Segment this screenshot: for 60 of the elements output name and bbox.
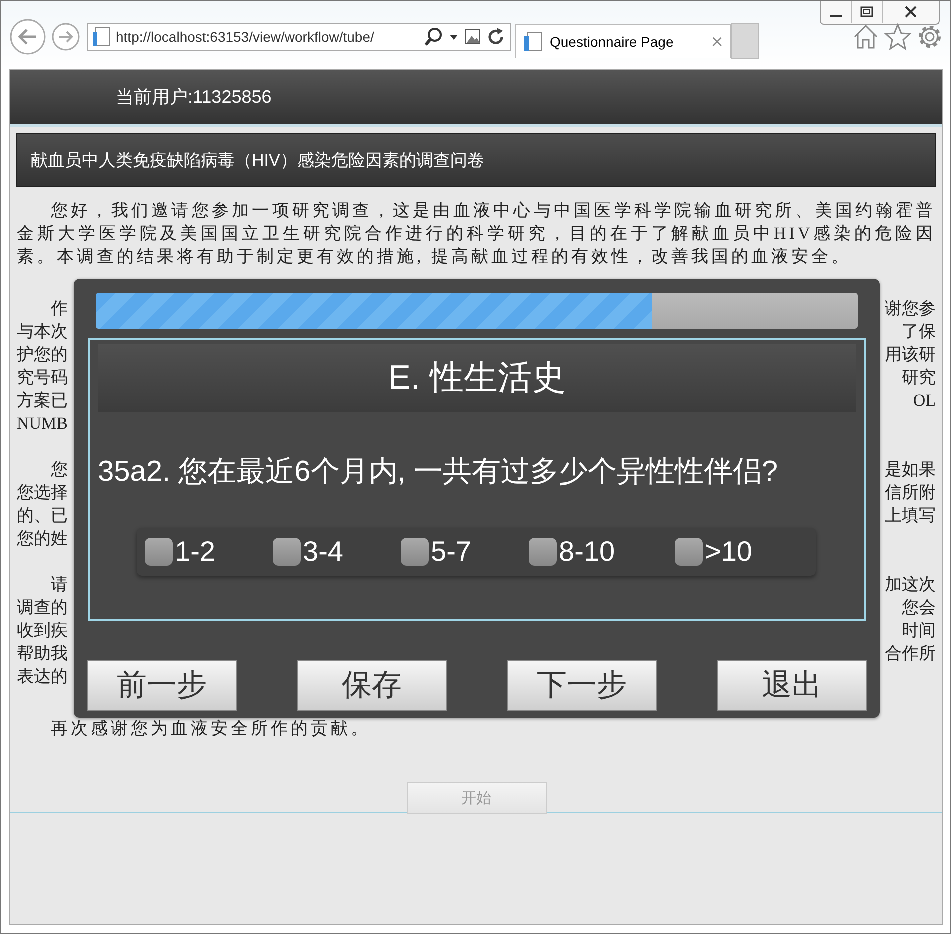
paragraph-text: 调查的 bbox=[17, 597, 68, 619]
minimize-icon bbox=[830, 15, 842, 17]
paragraph-text: 研究 bbox=[902, 367, 936, 389]
dialog-button[interactable]: 前一步 bbox=[87, 660, 237, 711]
refresh-icon[interactable] bbox=[486, 27, 506, 47]
paragraph-text: 帮助我 bbox=[17, 643, 68, 665]
paragraph-text: 究号码 bbox=[17, 367, 68, 389]
page-icon bbox=[522, 30, 544, 52]
paragraph-text: 方案已 bbox=[17, 390, 68, 412]
dialog-button[interactable]: 退出 bbox=[717, 660, 867, 711]
closing-paragraph: 再次感谢您为血液安全所作的贡献。 bbox=[50, 718, 372, 740]
paragraph-text: 护您的 bbox=[17, 344, 68, 366]
checkbox[interactable] bbox=[529, 538, 557, 566]
intro-paragraph: 您好，我们邀请您参加一项研究调查，这是由血液中心与中国医学科学院输血研究所、美国约翰霍普金斯大学医学院及美国国立卫生研究院合作进行的科学研究，目的在于了解献血员中HIV感染的危险因素。本调查的结果将有助于制定更有效的措施, 提高献血过程的有效性，改善我国的血液安全。 bbox=[17, 200, 936, 268]
page-icon bbox=[92, 26, 112, 48]
paragraph-text: 了保 bbox=[902, 321, 936, 343]
close-icon bbox=[904, 6, 918, 18]
option[interactable]: >10 bbox=[675, 536, 803, 568]
checkbox[interactable] bbox=[273, 538, 301, 566]
browser-tab[interactable]: Questionnaire Page × bbox=[515, 24, 731, 58]
paragraph-text: NUMB bbox=[17, 413, 68, 435]
option[interactable]: 8-10 bbox=[529, 536, 675, 568]
paragraph-text: 您会 bbox=[902, 597, 936, 619]
question-text: 35a2. 您在最近6个月内, 一共有过多少个异性性伴侣? bbox=[98, 455, 779, 490]
paragraph-text: 信所附 bbox=[885, 482, 936, 504]
picture-icon[interactable] bbox=[464, 27, 482, 47]
option[interactable]: 1-2 bbox=[145, 536, 273, 568]
search-icon[interactable] bbox=[424, 27, 444, 47]
paragraph-text: 上填写 bbox=[885, 505, 936, 527]
paragraph-text: 作 bbox=[50, 298, 68, 320]
paragraph-text: 表达的 bbox=[17, 666, 68, 688]
paragraph-text: 谢您参 bbox=[885, 298, 936, 320]
paragraph-text: 请 bbox=[50, 574, 68, 596]
paragraph-text: 您的姓 bbox=[17, 528, 68, 550]
dialog-button[interactable]: 下一步 bbox=[507, 660, 657, 711]
paragraph-text: 合作所 bbox=[885, 643, 936, 665]
back-icon[interactable] bbox=[9, 18, 47, 56]
star-icon[interactable] bbox=[884, 23, 912, 51]
option[interactable]: 5-7 bbox=[401, 536, 529, 568]
paragraph-text: 收到疾 bbox=[17, 620, 68, 642]
paragraph-text: OL bbox=[913, 390, 936, 412]
paragraph-text: 是如果 bbox=[885, 459, 936, 481]
option[interactable]: 3-4 bbox=[273, 536, 401, 568]
address-bar[interactable]: http://localhost:63153/view/workflow/tube/ bbox=[87, 23, 511, 51]
current-user: 当前用户:11325856 bbox=[116, 86, 272, 109]
paragraph-text: 的、已 bbox=[17, 505, 68, 527]
close-tab-button[interactable]: × bbox=[710, 32, 724, 51]
paragraph-text: 您 bbox=[50, 459, 68, 481]
paragraph-text: 时间 bbox=[902, 620, 936, 642]
restore-icon bbox=[860, 6, 874, 18]
paragraph-text: 加这次 bbox=[885, 574, 936, 596]
page-title: 献血员中人类免疫缺陷病毒（HIV）感染危险因素的调查问卷 bbox=[16, 133, 936, 187]
paragraph-text: 用该研 bbox=[885, 344, 936, 366]
section-title: E. 性生活史 bbox=[98, 344, 856, 412]
checkbox[interactable] bbox=[145, 538, 173, 566]
checkbox[interactable] bbox=[401, 538, 429, 566]
checkbox[interactable] bbox=[675, 538, 703, 566]
paragraph-text: 您选择 bbox=[17, 482, 68, 504]
paragraph-text: 与本次 bbox=[17, 321, 68, 343]
dialog-button[interactable]: 保存 bbox=[297, 660, 447, 711]
